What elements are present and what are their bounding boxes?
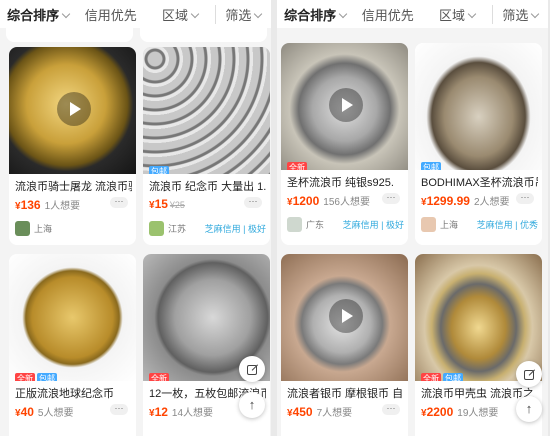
product-card[interactable]: 包邮 流浪币 纪念币 大量出 1. ¥15 ¥25 ··· 江苏 芝麻信用 | 极…	[143, 47, 270, 245]
back-to-top-button[interactable]: ↑	[239, 392, 265, 418]
seller-info[interactable]: 上海	[15, 221, 132, 236]
new-badge: 全新	[149, 373, 169, 381]
filter-bar: 综合排序 信用优先 区域 筛选	[277, 0, 548, 28]
play-video-icon[interactable]	[329, 88, 363, 122]
free-shipping-badge: 包邮	[443, 373, 463, 381]
product-card[interactable]: 流浪币骑士屠龙 流浪币骑 ¥136 1人想要 ··· 上海	[9, 47, 136, 245]
avatar	[421, 217, 436, 232]
arrow-up-icon: ↑	[525, 401, 533, 416]
sort-comprehensive-tab[interactable]: 综合排序	[0, 5, 76, 24]
publish-button[interactable]	[516, 361, 542, 387]
product-image: 包邮	[143, 47, 270, 174]
partial-card	[140, 28, 267, 42]
product-image: 全新	[281, 43, 408, 170]
free-shipping-badge: 包邮	[37, 373, 57, 381]
product-price: ¥1299.99 2人想要	[421, 194, 510, 208]
partial-card	[6, 28, 133, 42]
chevron-down-icon	[531, 9, 540, 18]
arrow-up-icon: ↑	[248, 397, 256, 412]
chevron-down-icon	[467, 9, 477, 18]
filter-bar: 综合排序 信用优先 区域 筛选	[0, 0, 271, 28]
sort-credit-tab[interactable]: 信用优先	[76, 5, 145, 24]
product-title: 正版流浪地球纪念币	[15, 388, 114, 400]
credit-label: 芝麻信用 | 极好	[204, 224, 266, 234]
product-image: 包邮	[415, 43, 542, 170]
area-filter[interactable]: 区域	[145, 5, 214, 24]
more-options-icon[interactable]: ···	[382, 193, 400, 204]
product-price: ¥450 7人想要	[287, 405, 353, 419]
avatar	[15, 221, 30, 236]
avatar	[287, 217, 302, 232]
product-card[interactable]: 全新 圣杯流浪币 纯银s925. ¥1200 156人想要 ··· 广东 芝麻信用…	[281, 43, 408, 245]
more-options-icon[interactable]: ···	[110, 197, 128, 208]
sort-comprehensive-tab[interactable]: 综合排序	[277, 5, 353, 24]
free-shipping-badge: 包邮	[149, 166, 169, 174]
edit-icon	[247, 365, 257, 375]
product-image: 全新 包邮	[9, 254, 136, 381]
product-price: ¥40 5人想要	[15, 405, 74, 419]
new-badge: 全新	[287, 162, 307, 170]
more-options-icon[interactable]: ···	[516, 193, 534, 204]
chevron-down-icon	[190, 9, 200, 18]
right-screenshot: 综合排序 信用优先 区域 筛选 全新 圣杯流浪币 纯银s925. ¥1200 15…	[277, 0, 548, 436]
seller-info[interactable]: 江苏 芝麻信用 | 极好	[149, 221, 266, 236]
product-price: ¥1200 156人想要	[287, 194, 370, 208]
more-options-icon[interactable]: ···	[110, 404, 128, 415]
product-price: ¥2200 19人想要	[421, 405, 499, 419]
product-card[interactable]: 全新 包邮 正版流浪地球纪念币 ¥40 5人想要 ···	[9, 254, 136, 436]
publish-button[interactable]	[239, 356, 265, 382]
back-to-top-button[interactable]: ↑	[516, 396, 542, 422]
product-price: ¥15 ¥25	[149, 197, 185, 211]
credit-label: 芝麻信用 | 优秀	[476, 220, 538, 230]
play-video-icon[interactable]	[329, 299, 363, 333]
free-shipping-badge: 包邮	[421, 162, 441, 170]
product-price: ¥12 14人想要	[149, 405, 214, 419]
edit-icon	[524, 370, 534, 380]
screen-filter[interactable]: 筛选	[214, 4, 271, 24]
product-title: BODHIMAX圣杯流浪币吊	[421, 177, 538, 189]
play-video-icon[interactable]	[57, 92, 91, 126]
more-options-icon[interactable]: ···	[382, 404, 400, 415]
seller-info[interactable]: 广东 芝麻信用 | 极好	[287, 217, 404, 232]
product-price: ¥136 1人想要	[15, 198, 81, 212]
avatar	[149, 221, 164, 236]
product-title: 圣杯流浪币 纯银s925.	[287, 177, 394, 189]
chevron-down-icon	[338, 9, 348, 18]
product-title: 流浪者银币 摩根银币 自	[287, 388, 404, 400]
credit-label: 芝麻信用 | 极好	[342, 220, 404, 230]
more-options-icon[interactable]: ···	[244, 197, 262, 208]
left-screenshot: 综合排序 信用优先 区域 筛选 流浪币骑士屠龙 流浪币骑 ¥136 1人想要 ··…	[0, 0, 271, 436]
product-image	[281, 254, 408, 381]
product-image	[9, 47, 136, 174]
product-title: 流浪币骑士屠龙 流浪币骑	[15, 181, 132, 193]
sort-credit-tab[interactable]: 信用优先	[353, 5, 422, 24]
area-filter[interactable]: 区域	[422, 5, 491, 24]
product-card[interactable]: 流浪者银币 摩根银币 自 ¥450 7人想要 ···	[281, 254, 408, 436]
new-badge: 全新	[421, 373, 441, 381]
product-card[interactable]: 包邮 BODHIMAX圣杯流浪币吊 ¥1299.99 2人想要 ··· 上海 芝麻…	[415, 43, 542, 245]
product-title: 流浪币 纪念币 大量出 1.	[149, 181, 266, 193]
chevron-down-icon	[254, 9, 263, 18]
screen-filter[interactable]: 筛选	[491, 4, 548, 24]
seller-info[interactable]: 上海 芝麻信用 | 优秀	[421, 217, 538, 232]
new-badge: 全新	[15, 373, 35, 381]
chevron-down-icon	[61, 9, 71, 18]
